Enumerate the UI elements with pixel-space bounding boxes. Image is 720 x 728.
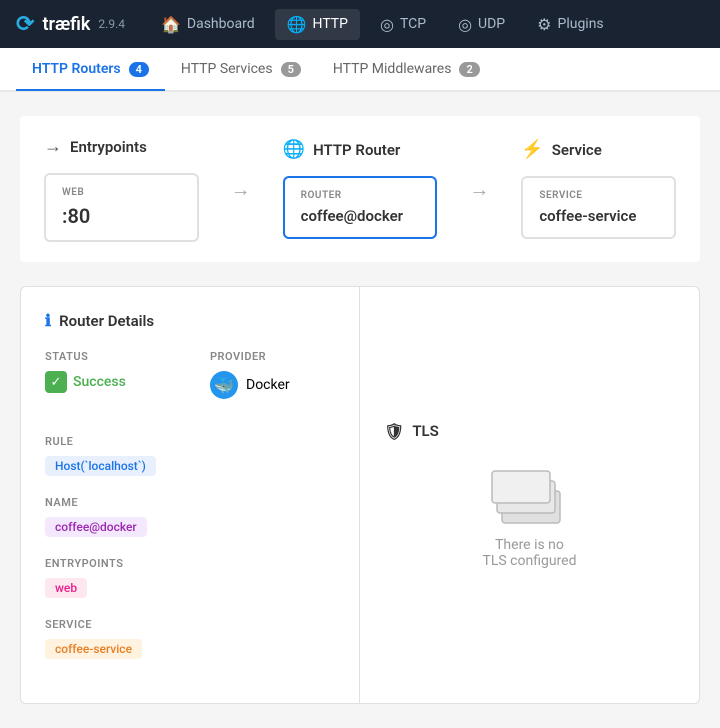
arrow-1: → bbox=[223, 177, 259, 202]
entrypoints-title-text: Entrypoints bbox=[70, 138, 147, 156]
docker-icon: 🐳 bbox=[210, 371, 238, 399]
nav-tcp[interactable]: ◎ TCP bbox=[368, 9, 438, 40]
entrypoints-box: WEB :80 bbox=[44, 173, 199, 242]
app-version: 2.9.4 bbox=[98, 17, 125, 31]
service-icon: ⚡ bbox=[521, 139, 543, 160]
tab-http-middlewares-label: HTTP Middlewares bbox=[333, 61, 452, 77]
status-field: STATUS ✓ Success bbox=[45, 350, 170, 399]
details-section: ℹ Router Details STATUS ✓ Success PROVID… bbox=[20, 286, 700, 704]
rule-chip: Host(`localhost`) bbox=[45, 456, 156, 476]
service-detail-label: SERVICE bbox=[45, 618, 335, 631]
tab-http-routers-label: HTTP Routers bbox=[32, 61, 121, 77]
service-title: ⚡ Service bbox=[521, 139, 676, 160]
tab-http-middlewares[interactable]: HTTP Middlewares 2 bbox=[317, 49, 496, 91]
service-title-text: Service bbox=[552, 141, 602, 159]
nav-udp-label: UDP bbox=[478, 16, 505, 32]
nav-dashboard-label: Dashboard bbox=[187, 16, 255, 32]
service-chip: coffee-service bbox=[45, 639, 142, 659]
router-section: 🌐 HTTP Router ROUTER coffee@docker bbox=[259, 119, 462, 259]
entrypoints-field: ENTRYPOINTS web bbox=[45, 557, 335, 598]
tab-bar: HTTP Routers 4 HTTP Services 5 HTTP Midd… bbox=[0, 48, 720, 92]
entrypoints-box-label: WEB bbox=[62, 187, 181, 198]
nav-items: 🏠 Dashboard 🌐 HTTP ◎ TCP ◎ UDP ⚙ Plugins bbox=[149, 9, 616, 40]
tls-empty-text: There is noTLS configured bbox=[483, 537, 577, 569]
router-box-value: coffee@docker bbox=[301, 207, 420, 225]
service-box-label: SERVICE bbox=[539, 190, 658, 201]
nav-udp[interactable]: ◎ UDP bbox=[446, 9, 517, 40]
tab-http-services[interactable]: HTTP Services 5 bbox=[165, 49, 317, 91]
status-provider-row: STATUS ✓ Success PROVIDER 🐳 Docker bbox=[45, 350, 335, 419]
name-label: NAME bbox=[45, 496, 335, 509]
flow-diagram: → Entrypoints WEB :80 → 🌐 HTTP Router RO… bbox=[20, 116, 700, 262]
name-field: NAME coffee@docker bbox=[45, 496, 335, 537]
tls-title: TLS bbox=[412, 422, 438, 440]
tab-http-services-label: HTTP Services bbox=[181, 61, 273, 77]
status-value: Success bbox=[73, 374, 126, 390]
service-section: ⚡ Service SERVICE coffee-service bbox=[497, 119, 700, 259]
entrypoints-box-value: :80 bbox=[62, 204, 181, 228]
tls-empty-state: There is noTLS configured bbox=[483, 461, 577, 569]
provider-field: PROVIDER 🐳 Docker bbox=[210, 350, 335, 399]
status-label: STATUS bbox=[45, 350, 170, 363]
main-content: → Entrypoints WEB :80 → 🌐 HTTP Router RO… bbox=[0, 92, 720, 728]
router-title-text: HTTP Router bbox=[313, 141, 400, 159]
provider-label: PROVIDER bbox=[210, 350, 335, 363]
tls-header: 🛡 TLS bbox=[384, 422, 439, 441]
nav-plugins-label: Plugins bbox=[557, 16, 603, 32]
entrypoints-chip: web bbox=[45, 578, 87, 598]
app-logo: ⟳ træfik 2.9.4 bbox=[16, 12, 125, 37]
entrypoints-title: → Entrypoints bbox=[44, 136, 199, 157]
service-box: SERVICE coffee-service bbox=[521, 176, 676, 239]
entrypoints-icon: → bbox=[44, 136, 62, 157]
http-icon: 🌐 bbox=[287, 15, 307, 34]
plugins-icon: ⚙ bbox=[537, 15, 551, 34]
tls-layers-svg bbox=[490, 461, 570, 529]
udp-icon: ◎ bbox=[458, 15, 472, 34]
info-icon: ℹ bbox=[45, 311, 51, 330]
router-details-title: Router Details bbox=[59, 312, 154, 330]
router-details: ℹ Router Details STATUS ✓ Success PROVID… bbox=[21, 287, 359, 703]
top-navigation: ⟳ træfik 2.9.4 🏠 Dashboard 🌐 HTTP ◎ TCP … bbox=[0, 0, 720, 48]
status-check-icon: ✓ bbox=[45, 371, 67, 393]
entrypoints-section: → Entrypoints WEB :80 bbox=[20, 116, 223, 262]
provider-value: Docker bbox=[246, 377, 290, 393]
entrypoints-detail-label: ENTRYPOINTS bbox=[45, 557, 335, 570]
router-details-header: ℹ Router Details bbox=[45, 311, 335, 330]
nav-dashboard[interactable]: 🏠 Dashboard bbox=[149, 9, 267, 40]
nav-http[interactable]: 🌐 HTTP bbox=[275, 9, 360, 40]
name-chip: coffee@docker bbox=[45, 517, 147, 537]
home-icon: 🏠 bbox=[161, 15, 181, 34]
router-icon: 🌐 bbox=[283, 139, 305, 160]
nav-http-label: HTTP bbox=[313, 16, 348, 32]
nav-plugins[interactable]: ⚙ Plugins bbox=[525, 9, 616, 40]
nav-tcp-label: TCP bbox=[400, 16, 426, 32]
router-box: ROUTER coffee@docker bbox=[283, 176, 438, 239]
service-field: SERVICE coffee-service bbox=[45, 618, 335, 659]
service-box-value: coffee-service bbox=[539, 207, 658, 225]
router-title: 🌐 HTTP Router bbox=[283, 139, 438, 160]
tls-stack-icon bbox=[490, 461, 570, 521]
tls-section: 🛡 TLS There is noTLS configured bbox=[359, 287, 699, 703]
router-box-label: ROUTER bbox=[301, 190, 420, 201]
logo-icon: ⟳ bbox=[16, 12, 34, 37]
shield-icon: 🛡 bbox=[384, 422, 404, 441]
arrow-2: → bbox=[461, 177, 497, 202]
app-name: træfik bbox=[42, 14, 90, 35]
tcp-icon: ◎ bbox=[380, 15, 394, 34]
status-badge: ✓ Success bbox=[45, 371, 170, 393]
provider-row: 🐳 Docker bbox=[210, 371, 335, 399]
tab-http-routers[interactable]: HTTP Routers 4 bbox=[16, 49, 165, 91]
tab-http-services-badge: 5 bbox=[281, 62, 301, 77]
rule-field: RULE Host(`localhost`) bbox=[45, 435, 335, 476]
rule-label: RULE bbox=[45, 435, 335, 448]
tab-http-routers-badge: 4 bbox=[129, 62, 149, 77]
tab-http-middlewares-badge: 2 bbox=[459, 62, 479, 77]
